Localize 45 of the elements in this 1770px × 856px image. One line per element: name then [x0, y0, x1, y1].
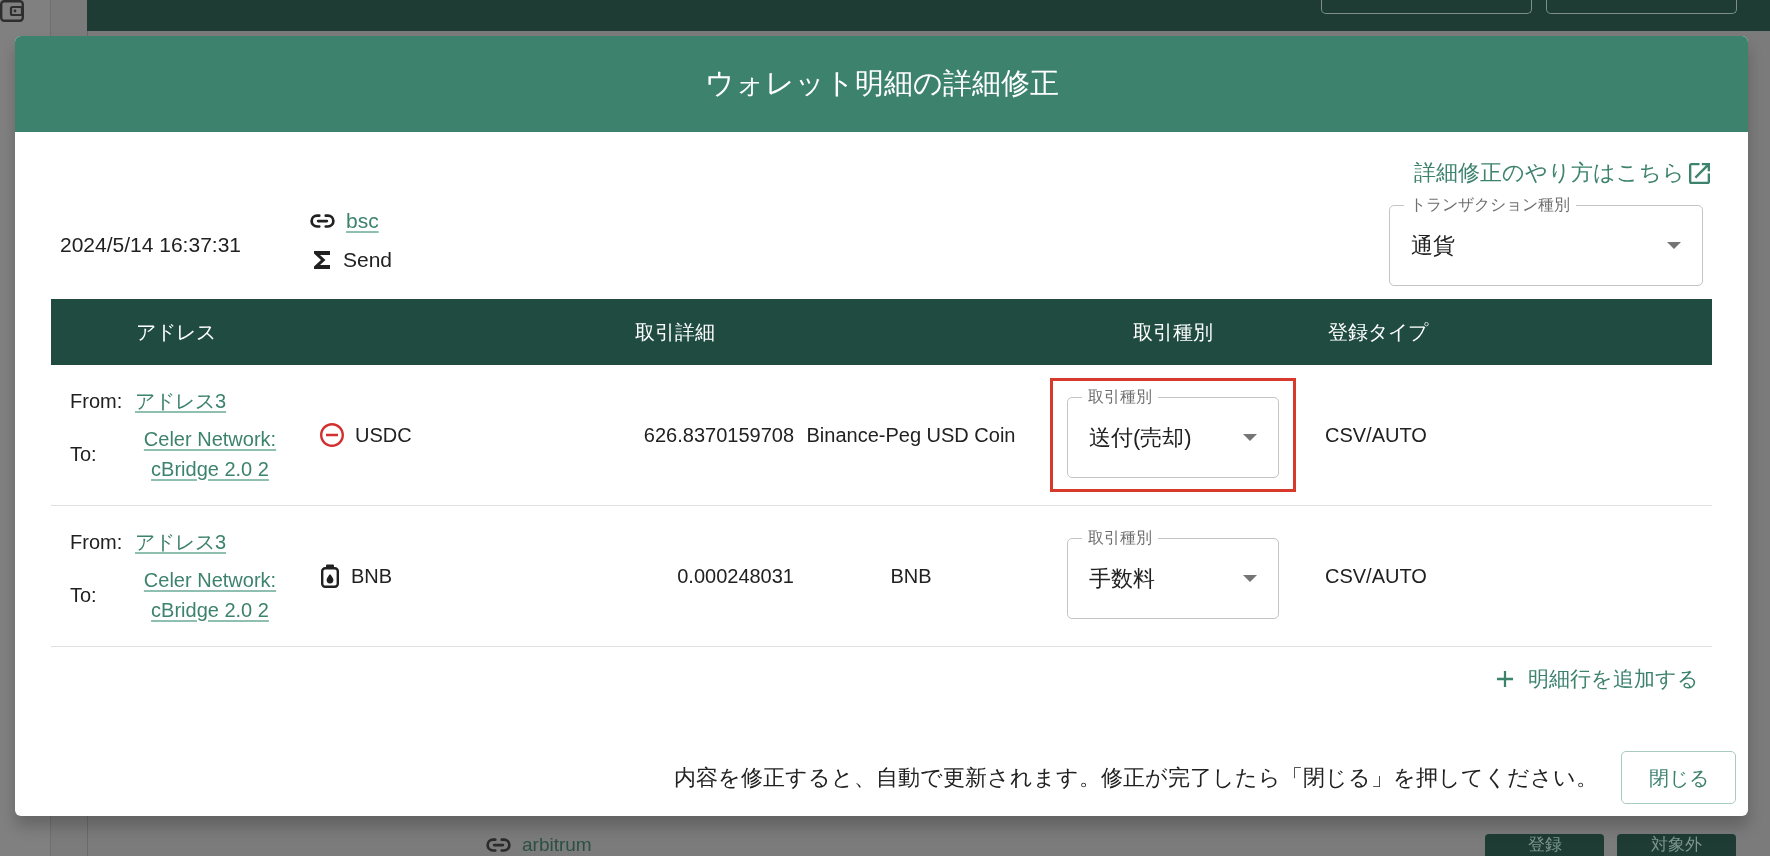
- column-header: 取引種別: [1132, 320, 1214, 345]
- plus-icon: [1497, 671, 1513, 687]
- address-link[interactable]: Celer Network: cBridge 2.0 2: [135, 424, 285, 484]
- address-link[interactable]: Celer Network: cBridge 2.0 2: [135, 565, 285, 625]
- action-button[interactable]: 対象外: [1617, 834, 1736, 856]
- from-label: From:: [70, 530, 124, 555]
- link-icon: [486, 837, 511, 853]
- column-header: 取引詳細: [633, 320, 716, 345]
- caret-icon: [1243, 575, 1257, 582]
- drop-tag-icon: [320, 564, 340, 588]
- help-link[interactable]: 詳細修正のやり方はこちら: [1414, 159, 1710, 187]
- column-header: 登録タイプ: [1327, 320, 1430, 345]
- footer-note: 内容を修正すると、自動で更新されます。修正が完了したら「閉じる」を押してください。: [674, 764, 1598, 792]
- floating-label: 取引種別: [1082, 528, 1158, 548]
- toolbar-button[interactable]: [1546, 0, 1737, 14]
- asset-name: BNB: [890, 564, 932, 589]
- column-header: アドレス: [135, 320, 217, 345]
- amount-cell-text: 626.8370159708: [642, 423, 794, 448]
- wallet-icon: [0, 0, 24, 22]
- from-label: From:: [70, 389, 124, 414]
- registration-type: CSV/AUTO: [1324, 423, 1428, 448]
- link-icon: [310, 213, 335, 229]
- toolbar-button[interactable]: [1321, 0, 1532, 14]
- floating-label: 取引種別: [1082, 387, 1158, 407]
- asset-name: Binance-Peg USD Coin: [806, 423, 1016, 448]
- floating-label: トランザクション種別: [1404, 195, 1576, 215]
- chain-link[interactable]: bsc: [346, 205, 379, 237]
- asset-symbol: USDC: [355, 423, 412, 448]
- add-row-button[interactable]: 明細行を追加する: [1491, 661, 1705, 697]
- asset-symbol: BNB: [351, 564, 393, 589]
- to-label: To:: [70, 442, 98, 467]
- address-link[interactable]: アドレス3: [135, 527, 227, 557]
- action-button[interactable]: 登録: [1485, 834, 1604, 856]
- caret-icon: [1667, 242, 1681, 249]
- registration-type: CSV/AUTO: [1324, 564, 1428, 589]
- external-link-icon: [1689, 162, 1710, 184]
- to-label: To:: [70, 583, 98, 608]
- amount-cell-text: 0.000248031: [676, 564, 794, 589]
- address-link[interactable]: アドレス3: [135, 386, 227, 416]
- timestamp: 2024/5/14 16:37:31: [60, 233, 241, 257]
- dialog-title: ウォレット明細の詳細修正: [704, 66, 1059, 102]
- close-button[interactable]: 閉じる: [1621, 751, 1736, 804]
- sigma-icon: [314, 251, 330, 269]
- caret-icon: [1243, 434, 1257, 441]
- transaction-kind: Send: [343, 247, 393, 274]
